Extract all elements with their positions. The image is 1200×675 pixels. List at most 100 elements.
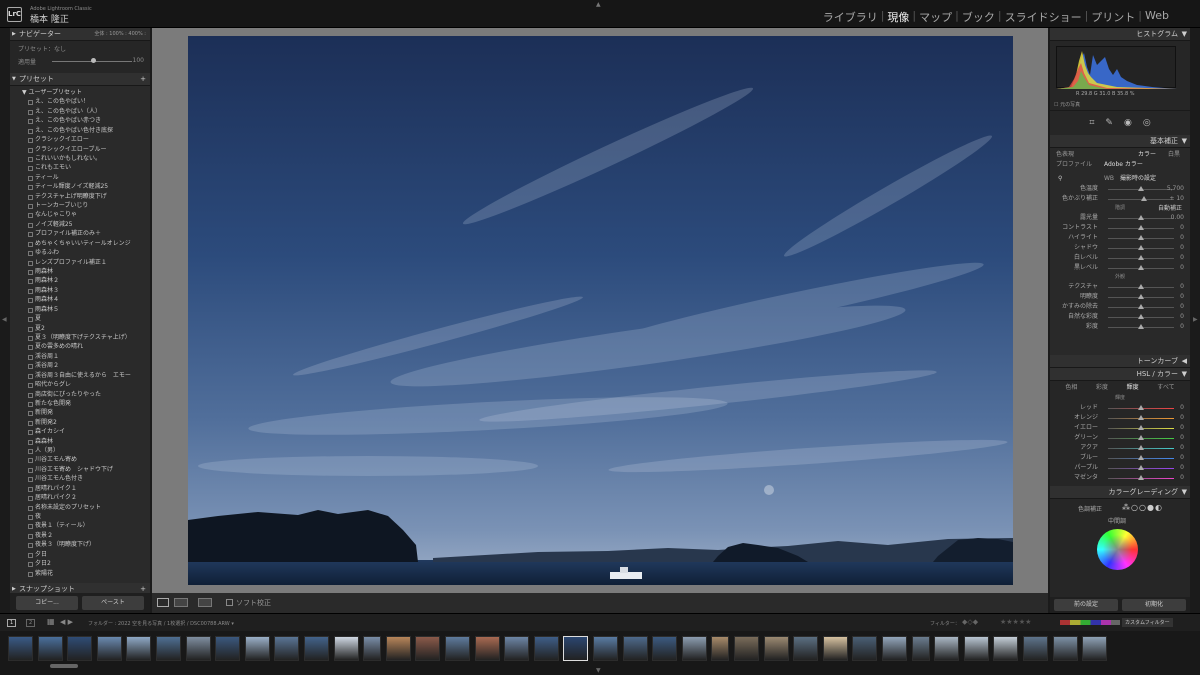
slider-value[interactable]: 0 bbox=[1180, 243, 1184, 253]
preset-item[interactable]: 新たな色開発 bbox=[14, 399, 146, 408]
preset-item[interactable]: 雨森林 bbox=[14, 267, 146, 276]
slider-value[interactable]: + 10 bbox=[1169, 194, 1184, 204]
previous-settings-button[interactable]: 前の設定 bbox=[1054, 599, 1118, 611]
slider-knob[interactable] bbox=[1138, 235, 1144, 240]
slider-knob[interactable] bbox=[1138, 304, 1144, 309]
slider-value[interactable]: 0 bbox=[1180, 473, 1184, 483]
original-photo-label[interactable]: ☐ 元の写真 bbox=[1054, 101, 1080, 108]
filmstrip-thumbnail[interactable] bbox=[882, 636, 907, 661]
filmstrip-thumbnail[interactable] bbox=[156, 636, 181, 661]
filmstrip-thumbnail[interactable] bbox=[533, 636, 559, 661]
filmstrip-thumbnail[interactable] bbox=[415, 636, 441, 661]
rating-filter-stars[interactable]: ★★★★★ bbox=[1000, 618, 1031, 626]
preset-item[interactable]: 渓谷周１ bbox=[14, 352, 146, 361]
slider-value[interactable]: 0 bbox=[1180, 453, 1184, 463]
color-label-filter[interactable] bbox=[1060, 620, 1120, 625]
filmstrip-thumbnail[interactable] bbox=[1052, 636, 1078, 661]
filmstrip-thumbnail[interactable] bbox=[593, 636, 618, 661]
masking-icon[interactable]: ◎ bbox=[1143, 118, 1151, 128]
filmstrip-thumbnail[interactable] bbox=[652, 636, 678, 661]
preset-item[interactable]: 渓谷周２ bbox=[14, 361, 146, 370]
slider-value[interactable]: 0 bbox=[1180, 433, 1184, 443]
module-3[interactable]: ブック bbox=[961, 9, 996, 25]
preset-item[interactable]: 夜景１（ティール） bbox=[14, 521, 146, 530]
preset-item[interactable]: これもエモい bbox=[14, 163, 146, 172]
hsl-tab[interactable]: 色相 bbox=[1065, 381, 1077, 394]
slider-value[interactable]: 0 bbox=[1180, 233, 1184, 243]
right-panel-toggle-icon[interactable]: ▶ bbox=[1193, 316, 1198, 323]
filmstrip-thumbnail[interactable] bbox=[474, 636, 500, 661]
red-eye-icon[interactable]: ◉ bbox=[1124, 118, 1132, 128]
preset-item[interactable]: 川谷エモん寄め bbox=[14, 455, 146, 464]
slider-value[interactable]: 0 bbox=[1180, 423, 1184, 433]
preset-item[interactable]: めちゃくちゃいいティールオレンジ bbox=[14, 239, 146, 248]
preset-item[interactable]: ティール輝度ノイズ軽減25 bbox=[14, 182, 146, 191]
preset-item[interactable]: トーンカーブいじり bbox=[14, 201, 146, 210]
preset-item[interactable]: ゆるふわ bbox=[14, 248, 146, 257]
slider-knob[interactable] bbox=[1138, 186, 1144, 191]
filmstrip-thumbnail[interactable] bbox=[363, 636, 382, 661]
slider-value[interactable]: 0.00 bbox=[1171, 213, 1184, 223]
filmstrip-thumbnail[interactable] bbox=[445, 636, 470, 661]
preset-item[interactable]: 夜景２ bbox=[14, 531, 146, 540]
paste-button[interactable]: ペースト bbox=[82, 596, 144, 610]
filmstrip-thumbnail[interactable] bbox=[274, 636, 300, 661]
module-5[interactable]: プリント bbox=[1090, 9, 1136, 25]
soft-proof-checkbox[interactable] bbox=[226, 599, 233, 606]
crop-icon[interactable]: ⌗ bbox=[1089, 118, 1094, 128]
filmstrip-thumbnail[interactable] bbox=[126, 636, 152, 661]
preset-item[interactable]: 新開発2 bbox=[14, 418, 146, 427]
slider-knob[interactable] bbox=[1138, 405, 1144, 410]
preset-item[interactable]: なんじゃこりゃ bbox=[14, 210, 146, 219]
preset-item[interactable]: 川谷エモ寄め シャドウ下げ bbox=[14, 465, 146, 474]
hsl-tab[interactable]: 輝度 bbox=[1127, 381, 1139, 394]
slider-knob[interactable] bbox=[1138, 475, 1144, 480]
preset-item[interactable]: 居晴れパイク１ bbox=[14, 484, 146, 493]
preset-item[interactable]: 夜 bbox=[14, 512, 146, 521]
filmstrip-thumbnail[interactable] bbox=[185, 636, 211, 661]
preset-item[interactable]: 名称未設定のプリセット bbox=[14, 503, 146, 512]
slider-knob[interactable] bbox=[1138, 215, 1144, 220]
auto-button[interactable]: 自動補正 bbox=[1158, 204, 1182, 213]
preset-item[interactable]: 夏2 bbox=[14, 324, 146, 333]
hsl-header[interactable]: HSL / カラー ▼ bbox=[1050, 368, 1190, 381]
tone-curve-header[interactable]: トーンカーブ ◀ bbox=[1050, 355, 1190, 368]
filmstrip-thumbnail[interactable] bbox=[852, 636, 878, 661]
preset-item[interactable]: 夏の雲多めの晴れ bbox=[14, 342, 146, 351]
filmstrip-thumbnail[interactable] bbox=[244, 636, 270, 661]
panel-toggle-top-icon[interactable]: ▲ bbox=[596, 1, 601, 8]
filmstrip-thumbnail[interactable] bbox=[385, 636, 411, 661]
preset-item[interactable]: 雨森林４ bbox=[14, 295, 146, 304]
preset-item[interactable]: 雨森林２ bbox=[14, 276, 146, 285]
filmstrip-thumbnail[interactable] bbox=[822, 636, 848, 661]
filmstrip-toggle-icon[interactable]: ▼ bbox=[596, 667, 601, 674]
filmstrip-thumbnail[interactable] bbox=[67, 636, 93, 661]
filmstrip-thumbnail[interactable] bbox=[504, 636, 530, 661]
preset-item[interactable]: 夏３（明瞭度下げテクスチャ上げ） bbox=[14, 333, 146, 342]
reset-button[interactable]: 初期化 bbox=[1122, 599, 1186, 611]
preset-item[interactable]: クラシックイエローブルー bbox=[14, 145, 146, 154]
filmstrip-thumbnail[interactable] bbox=[934, 636, 960, 661]
amount-slider-knob[interactable] bbox=[91, 58, 96, 63]
loupe-view-icon[interactable] bbox=[157, 598, 169, 607]
yy-view-icon[interactable] bbox=[198, 598, 212, 607]
slider-knob[interactable] bbox=[1138, 314, 1144, 319]
filmstrip-thumbnail[interactable] bbox=[1082, 636, 1108, 661]
add-preset-icon[interactable]: + bbox=[140, 73, 146, 86]
filmstrip-thumbnail[interactable] bbox=[215, 636, 241, 661]
preset-item[interactable]: 雨森林３ bbox=[14, 286, 146, 295]
module-1[interactable]: 現像 bbox=[886, 9, 910, 25]
filmstrip-scrollbar[interactable] bbox=[50, 664, 78, 668]
eyedropper-icon[interactable]: ⚲ bbox=[1058, 174, 1062, 184]
screen-1-button[interactable]: 1 bbox=[7, 619, 17, 627]
filmstrip-thumbnail[interactable] bbox=[734, 636, 759, 661]
slider-knob[interactable] bbox=[1138, 324, 1144, 329]
preset-item[interactable]: ティール bbox=[14, 173, 146, 182]
preset-item[interactable]: ノイズ軽減25 bbox=[14, 220, 146, 229]
filmstrip-thumbnail[interactable] bbox=[96, 636, 122, 661]
preset-item[interactable]: え、この色やばい！ bbox=[14, 97, 146, 106]
filmstrip-thumbnail[interactable] bbox=[681, 636, 707, 661]
slider-knob[interactable] bbox=[1138, 425, 1144, 430]
left-panel-toggle-icon[interactable]: ◀ bbox=[2, 316, 7, 323]
slider-value[interactable]: 0 bbox=[1180, 292, 1184, 302]
